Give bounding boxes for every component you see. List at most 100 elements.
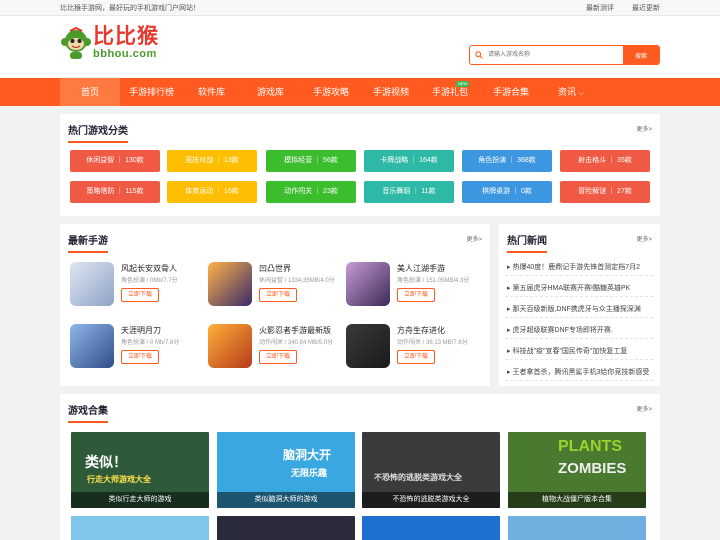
monkey-logo-icon	[61, 26, 91, 59]
download-button[interactable]: 立即下载	[121, 288, 159, 302]
category-button[interactable]: 角色扮演 ｜ 368款	[462, 150, 552, 172]
hot-news-title: 热门新闻	[507, 232, 547, 253]
nav-gifts[interactable]: 手游礼包 NEW	[432, 78, 470, 106]
topic-card[interactable]: PLANTS ZOMBIES 植物大战僵尸版本合集	[508, 432, 646, 508]
news-divider	[505, 296, 653, 297]
news-item[interactable]: ▸ 那天百级新版,DNF携虎牙与众主播探深渊	[507, 304, 641, 314]
topic-card[interactable]	[508, 516, 646, 540]
category-button[interactable]: 休闲益智 ｜ 130款	[70, 150, 160, 172]
search-button[interactable]: 搜索	[623, 46, 659, 64]
game-icon[interactable]	[346, 262, 390, 306]
nav-videos[interactable]: 手游视频	[373, 78, 409, 106]
topic-card[interactable]	[362, 516, 500, 540]
hot-news-panel: 热门新闻 更多> ▸ 热爆40度！鹿鼎记手游先锋首测定档7月2 ▸ 第五届虎牙HM…	[499, 224, 660, 386]
top-link-reviews[interactable]: 最新测评	[586, 5, 614, 12]
game-info: 休闲益智 / 1334.35MB/4.0分	[259, 278, 335, 284]
download-button[interactable]: 立即下载	[259, 350, 297, 364]
hot-more-link[interactable]: 更多>	[636, 124, 652, 133]
topic-card[interactable]: 不恐怖的逃脱类游戏大全 不恐怖的逃脱类游戏大全	[362, 432, 500, 508]
topic-card[interactable]: 脑洞大开 无限乐趣 类似脑洞大师的游戏	[217, 432, 355, 508]
topic-art-subtext: 无限乐趣	[291, 468, 328, 478]
download-button[interactable]: 立即下载	[397, 350, 435, 364]
topics-more-link[interactable]: 更多>	[636, 404, 652, 413]
download-button[interactable]: 立即下载	[397, 288, 435, 302]
nav-news[interactable]: 资讯 ⌵	[558, 78, 584, 106]
news-item[interactable]: ▸ 科技战"疫"宣春"国民传奇"加快复工复	[507, 346, 627, 356]
category-button[interactable]: 策略塔防 ｜ 115款	[70, 181, 160, 203]
topic-card[interactable]: 类似！ 行走大师游戏大全 类似行走大师的游戏	[71, 432, 209, 508]
topic-caption: 植物大战僵尸版本合集	[508, 492, 646, 508]
topic-art-text: 不恐怖的逃脱类游戏大全	[374, 473, 462, 482]
game-topics-title: 游戏合集	[68, 402, 108, 423]
download-button[interactable]: 立即下载	[121, 350, 159, 364]
news-item[interactable]: ▸ 王者拿首杀，腾讯黑鲨手机3给你竞技新感受	[507, 367, 649, 377]
game-info: 角色扮演 / 0 Mb/7.6分	[121, 340, 180, 346]
logo-chinese-text: 比比猴	[93, 25, 159, 48]
news-title: 虎牙超级联赛DNF专场即将开赛.	[512, 327, 613, 334]
topic-card[interactable]	[217, 516, 355, 540]
hot-categories-panel: 热门游戏分类 更多> 休闲益智 ｜ 130款 竞技对战 ｜ 13款 模拟经营 ｜ 5…	[60, 114, 660, 216]
nav-games[interactable]: 游戏库	[257, 78, 284, 106]
news-title: 热爆40度！鹿鼎记手游先锋首测定档7月2	[512, 264, 641, 271]
category-button[interactable]: 竞技对战 ｜ 13款	[167, 150, 257, 172]
game-info: 动作闯关 / 340.84 MB/5.0分	[259, 340, 334, 346]
news-item[interactable]: ▸ 热爆40度！鹿鼎记手游先锋首测定档7月2	[507, 262, 640, 272]
news-title: 那天百级新版,DNF携虎牙与众主播探深渊	[512, 306, 641, 313]
new-games-panel: 最新手游 更多> 风起长安双骨人 角色扮演 / 0Mb/7.7分 立即下载 凹凸世界休…	[60, 224, 490, 386]
site-slogan: 比比猴手游网，最好玩的手机游戏门户网站！	[60, 4, 200, 12]
nav-guides[interactable]: 手游攻略	[313, 78, 349, 106]
new-games-more-link[interactable]: 更多>	[466, 234, 482, 243]
nav-collections[interactable]: 手游合集	[493, 78, 529, 106]
category-button[interactable]: 卡牌战略 ｜ 164款	[364, 150, 454, 172]
category-button[interactable]: 动作闯关 ｜ 23款	[266, 181, 356, 203]
category-button[interactable]: 射击格斗 ｜ 35款	[560, 150, 650, 172]
game-name[interactable]: 美人江湖手游	[397, 263, 445, 274]
site-logo[interactable]: 比比猴 bbhou.com	[61, 26, 159, 60]
news-divider	[505, 359, 653, 360]
game-info: 角色扮演 / 0Mb/7.7分	[121, 278, 178, 284]
category-button[interactable]: 模拟经营 ｜ 56款	[266, 150, 356, 172]
nav-ranking[interactable]: 手游排行榜	[129, 78, 174, 106]
nav-home[interactable]: 首页	[60, 78, 120, 106]
game-icon[interactable]	[70, 262, 114, 306]
hot-categories-title: 热门游戏分类	[68, 122, 128, 143]
category-button[interactable]: 体育运动 ｜ 16款	[167, 181, 257, 203]
main-nav: 首页 手游排行榜 软件库 游戏库 手游攻略 手游视频 手游礼包 NEW 手游合集…	[0, 78, 720, 106]
news-divider	[505, 275, 653, 276]
header: 比比猴 bbhou.com 搜索	[0, 16, 720, 77]
nav-news-label: 资讯	[558, 87, 577, 97]
nav-gifts-label: 手游礼包	[432, 87, 469, 97]
topic-card[interactable]	[71, 516, 209, 540]
search-icon	[470, 46, 488, 64]
game-info: 动作闯关 / 36.13 MB/7.6分	[397, 340, 468, 346]
game-icon[interactable]	[346, 324, 390, 368]
game-name[interactable]: 风起长安双骨人	[121, 263, 177, 274]
game-topics-panel: 游戏合集 更多> 类似！ 行走大师游戏大全 类似行走大师的游戏 脑洞大开 无限乐趣 类似脑…	[60, 394, 660, 540]
top-bar: 比比猴手游网，最好玩的手机游戏门户网站！ 最新测评 最近更新	[0, 0, 720, 16]
top-link-updates[interactable]: 最近更新	[632, 5, 660, 12]
game-info: 角色扮演 / 151.05MB/4.3分	[397, 278, 470, 284]
category-button[interactable]: 棋牌桌游 ｜ 0款	[462, 181, 552, 203]
news-item[interactable]: ▸ 第五届虎牙HMA联赛开赛!酷糖英雄PK	[507, 283, 630, 293]
news-more-link[interactable]: 更多>	[636, 234, 652, 243]
game-icon[interactable]	[70, 324, 114, 368]
news-title: 第五届虎牙HMA联赛开赛!酷糖英雄PK	[512, 285, 631, 292]
download-button[interactable]: 立即下载	[259, 288, 297, 302]
game-icon[interactable]	[208, 262, 252, 306]
game-name[interactable]: 天涯明月刀	[121, 325, 161, 336]
nav-software[interactable]: 软件库	[198, 78, 225, 106]
new-badge: NEW	[456, 81, 470, 87]
topic-caption: 类似脑洞大师的游戏	[217, 492, 355, 508]
category-button[interactable]: 冒险解谜 ｜ 27款	[560, 181, 650, 203]
news-item[interactable]: ▸ 虎牙超级联赛DNF专场即将开赛.	[507, 325, 613, 335]
game-name[interactable]: 方舟生存进化	[397, 325, 445, 336]
topic-caption: 不恐怖的逃脱类游戏大全	[362, 492, 500, 508]
game-name[interactable]: 火影忍者手游最新版	[259, 325, 331, 336]
game-name[interactable]: 凹凸世界	[259, 263, 291, 274]
topic-art-subtext: 行走大师游戏大全	[87, 475, 151, 484]
category-button[interactable]: 音乐舞蹈 ｜ 11款	[364, 181, 454, 203]
game-icon[interactable]	[208, 324, 252, 368]
search-input[interactable]	[488, 46, 623, 64]
news-divider	[505, 338, 653, 339]
news-divider	[505, 380, 653, 381]
